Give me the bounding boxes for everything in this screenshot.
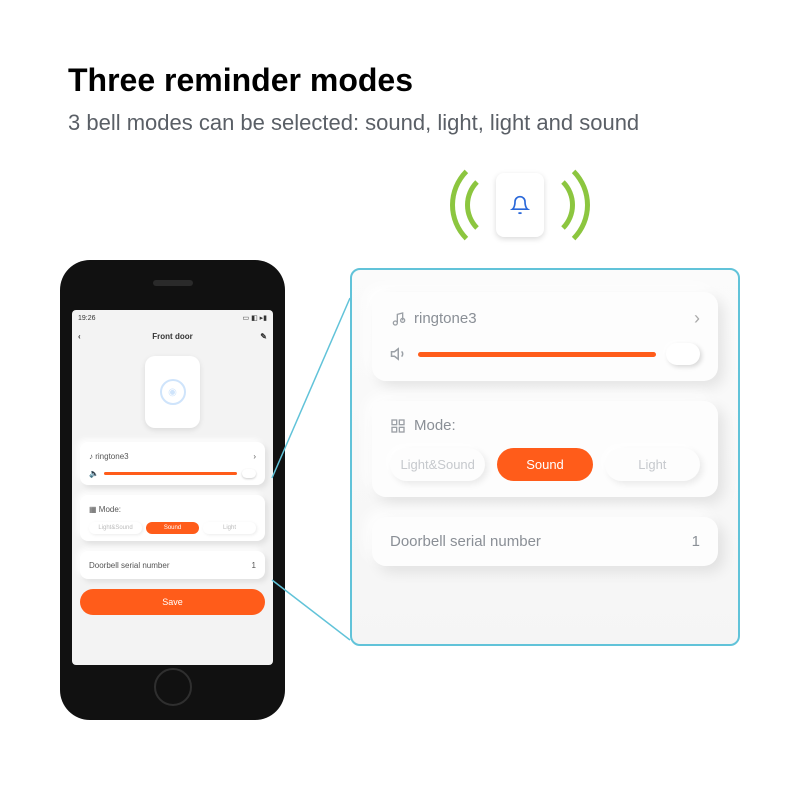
status-bar: 19:26 ▭ ◧ ▸▮ — [72, 310, 273, 326]
mode-option-light-sound[interactable]: Light&Sound — [390, 448, 485, 481]
slider-thumb[interactable] — [242, 469, 256, 478]
title-bar: ‹ Front door ✎ — [72, 326, 273, 346]
phone-mockup: 19:26 ▭ ◧ ▸▮ ‹ Front door ✎ ◉ ♪ ringtone… — [60, 260, 285, 720]
mode-label-text: Mode: — [414, 417, 456, 434]
chevron-right-icon: › — [694, 308, 700, 329]
volume-icon — [390, 345, 408, 363]
screen-title: Front door — [152, 332, 192, 341]
serial-label: Doorbell serial number — [89, 561, 169, 570]
mode-label: ▦ Mode: — [89, 505, 121, 514]
slider-track[interactable] — [418, 352, 656, 357]
page-subtitle: 3 bell modes can be selected: sound, lig… — [68, 110, 639, 136]
back-icon[interactable]: ‹ — [78, 332, 81, 341]
volume-slider[interactable] — [390, 343, 700, 365]
serial-value: 1 — [692, 533, 700, 550]
status-time: 19:26 — [78, 315, 96, 322]
edit-icon[interactable]: ✎ — [260, 332, 267, 341]
zoom-panel: ringtone3 › Mode: Light&Sound Sound Ligh… — [350, 268, 740, 646]
speaker-illustration — [430, 160, 610, 250]
ringtone-card[interactable]: ♪ ringtone3 › 🔈 — [80, 442, 265, 485]
ringtone-name: ringtone3 — [414, 310, 477, 327]
slider-track[interactable] — [104, 472, 237, 475]
device-preview: ◉ — [145, 356, 200, 428]
slider-thumb[interactable] — [666, 343, 700, 365]
grid-icon — [390, 418, 406, 434]
save-button[interactable]: Save — [80, 589, 265, 615]
mode-option-sound[interactable]: Sound — [146, 522, 199, 534]
volume-icon: 🔈 — [89, 469, 99, 478]
mode-card: Mode: Light&Sound Sound Light — [372, 401, 718, 497]
phone-screen: 19:26 ▭ ◧ ▸▮ ‹ Front door ✎ ◉ ♪ ringtone… — [72, 310, 273, 665]
mode-option-light[interactable]: Light — [203, 522, 256, 534]
speaker-device — [496, 173, 544, 237]
mode-option-sound[interactable]: Sound — [497, 448, 592, 481]
ringtone-card[interactable]: ringtone3 › — [372, 292, 718, 381]
mode-card: ▦ Mode: Light&Sound Sound Light — [80, 495, 265, 541]
mode-option-light[interactable]: Light — [605, 448, 700, 481]
music-note-icon — [390, 311, 406, 327]
serial-card[interactable]: Doorbell serial number 1 — [372, 517, 718, 566]
chevron-right-icon: › — [253, 452, 256, 461]
doorbell-button-icon: ◉ — [160, 379, 186, 405]
page-title: Three reminder modes — [68, 62, 413, 99]
serial-value: 1 — [252, 561, 256, 570]
bell-icon — [510, 195, 530, 215]
mode-option-light-sound[interactable]: Light&Sound — [89, 522, 142, 534]
status-icons: ▭ ◧ ▸▮ — [243, 314, 267, 322]
serial-card[interactable]: Doorbell serial number 1 — [80, 551, 265, 579]
volume-slider[interactable]: 🔈 — [89, 469, 256, 478]
ringtone-label: ♪ ringtone3 — [89, 452, 129, 461]
serial-label: Doorbell serial number — [390, 533, 541, 550]
